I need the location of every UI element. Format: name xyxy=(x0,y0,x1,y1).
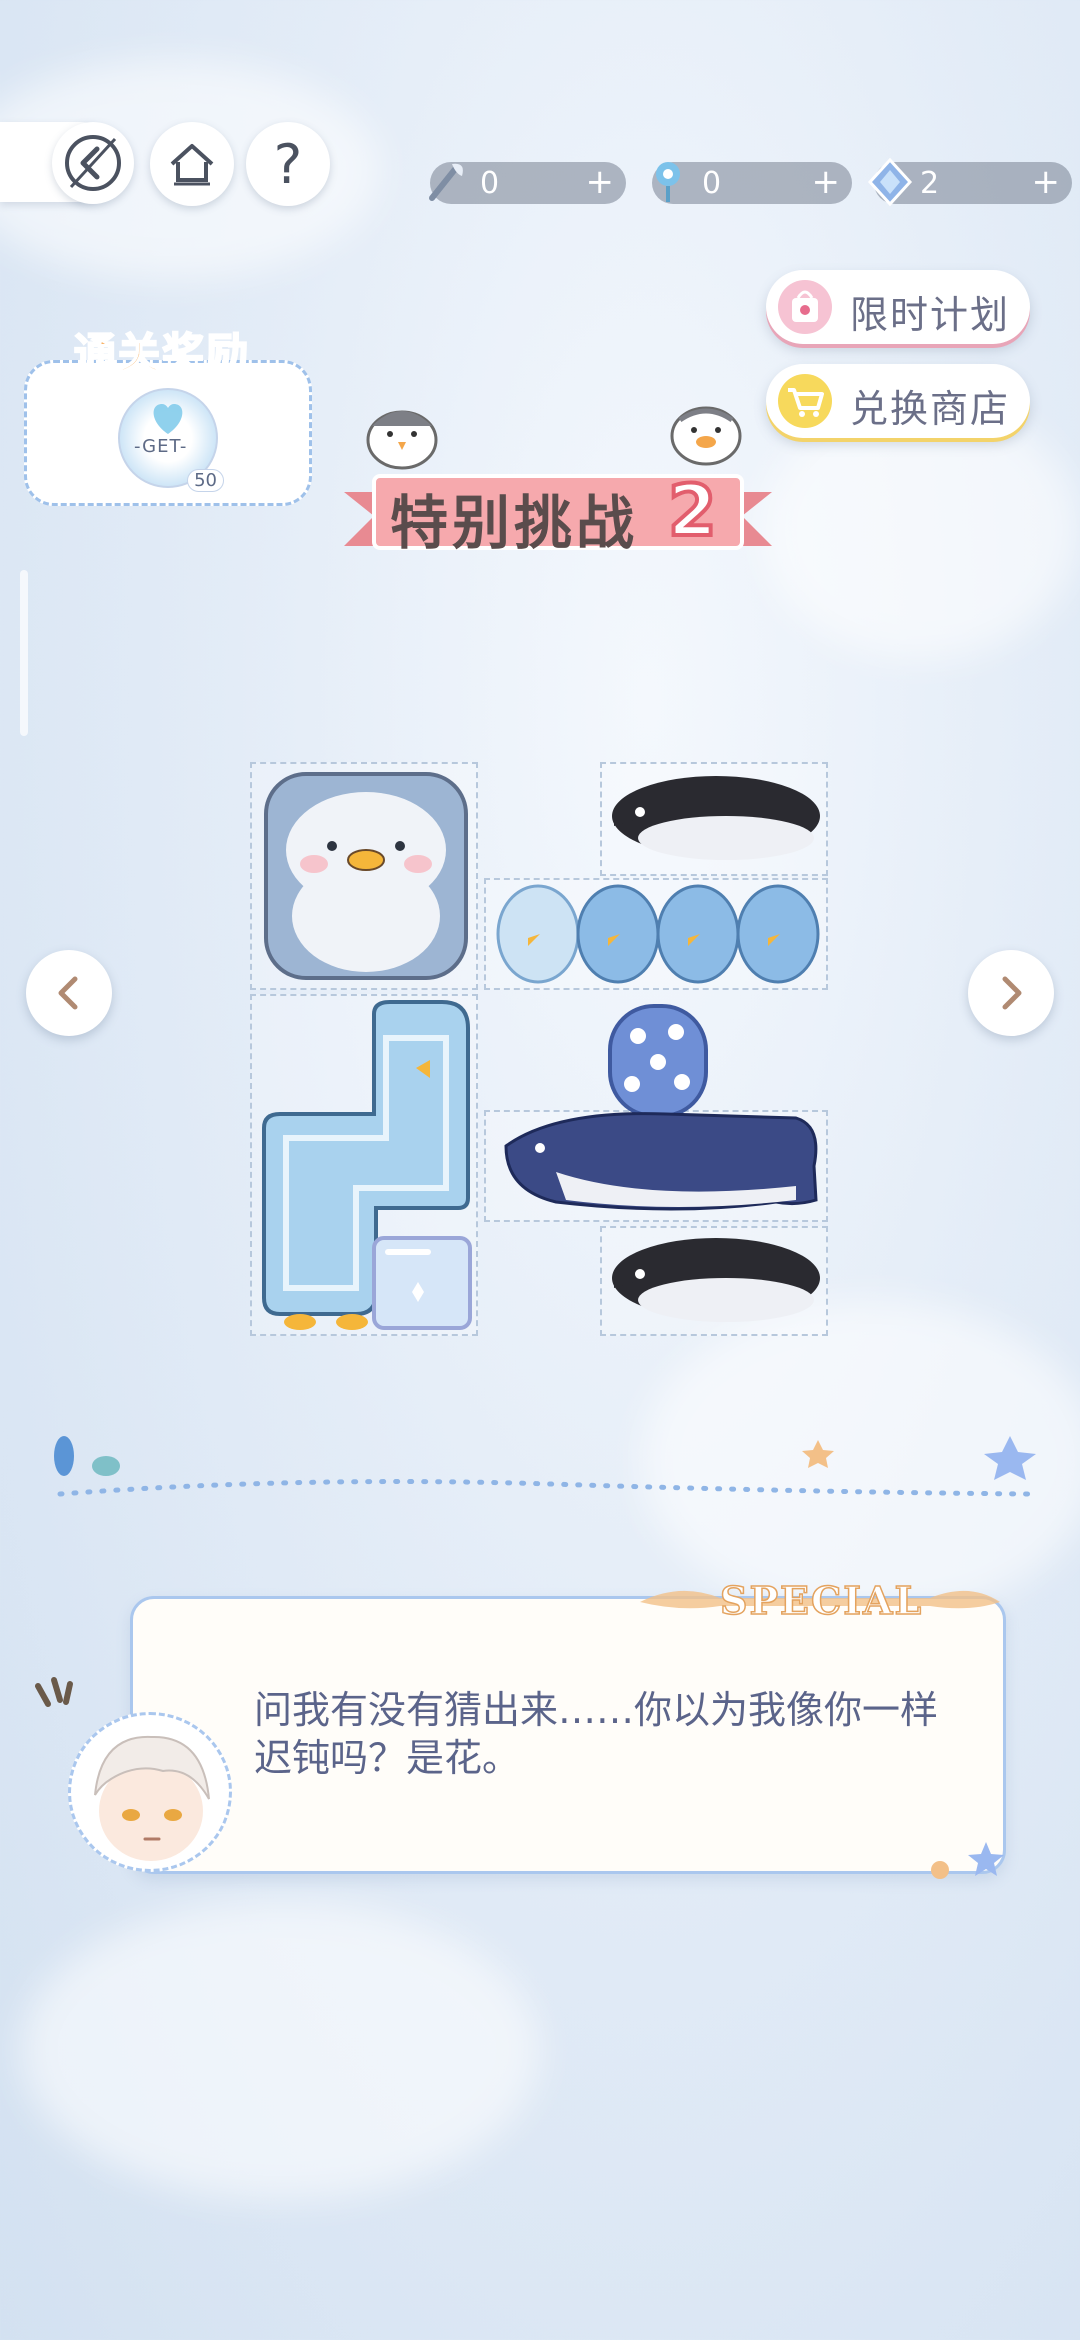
limited-plan-label: 限时计划 xyxy=(850,293,1011,337)
gift-bag-icon xyxy=(778,280,832,334)
resource-bar-flower: 0 + xyxy=(652,162,852,204)
sparrow-mascot-left xyxy=(366,410,438,470)
resource-value: 2 xyxy=(920,166,940,201)
help-label: ? xyxy=(273,132,303,196)
reward-title: 通关奖励 xyxy=(73,328,251,379)
reward-get-label: -GET- xyxy=(134,436,188,457)
dotted-divider xyxy=(54,1436,1036,1497)
reward-badge[interactable]: -GET- 50 xyxy=(118,388,224,492)
exclaim-marks-icon xyxy=(35,1677,73,1707)
back-arrow-icon xyxy=(65,135,121,191)
exchange-shop-label: 兑换商店 xyxy=(850,387,1011,431)
dialog-line: 问我有没有猜出来……你以为我像你一样迟钝吗？是花。 xyxy=(254,1688,939,1780)
home-button[interactable] xyxy=(150,122,234,206)
challenge-title: 特别挑战 xyxy=(390,489,639,557)
scrollbar[interactable] xyxy=(20,570,28,736)
resource-bar-gem: 2 + xyxy=(867,157,1072,207)
previous-level-button[interactable] xyxy=(26,950,112,1036)
exchange-shop-button[interactable]: 兑换商店 xyxy=(766,364,1030,438)
baby-penguins-block[interactable] xyxy=(492,880,824,988)
special-tag: SPECIAL xyxy=(719,1577,924,1624)
sparrow-mascot-right xyxy=(670,406,742,466)
resource-value: 0 xyxy=(702,166,722,201)
back-button[interactable] xyxy=(52,122,134,204)
resource-bar-feather: 0 + xyxy=(429,162,626,204)
plush-penguin-block[interactable] xyxy=(258,766,474,986)
help-button[interactable]: ? xyxy=(246,122,330,206)
shopping-cart-icon xyxy=(778,374,832,428)
chevron-right-icon xyxy=(1002,976,1022,1010)
speaker-avatar xyxy=(68,1712,232,1872)
black-penguin-block-2[interactable] xyxy=(604,1230,826,1334)
navy-penguin-block[interactable] xyxy=(496,1106,826,1218)
blue-flower-icon xyxy=(656,162,680,202)
black-penguin-block[interactable] xyxy=(604,768,826,872)
add-resource-button[interactable]: + xyxy=(1032,162,1061,202)
next-level-button[interactable] xyxy=(968,950,1054,1036)
add-resource-button[interactable]: + xyxy=(586,162,615,202)
diamond-gem-icon xyxy=(867,157,913,207)
home-icon xyxy=(170,144,214,186)
resource-value: 0 xyxy=(480,166,500,201)
ice-cube-block[interactable] xyxy=(368,1232,476,1334)
chevron-left-icon xyxy=(58,976,78,1010)
corner-stars-icon xyxy=(931,1842,1004,1879)
challenge-number: 2 xyxy=(666,468,719,554)
add-resource-button[interactable]: + xyxy=(812,162,841,202)
feather-brush-icon xyxy=(429,163,463,201)
limited-plan-button[interactable]: 限时计划 xyxy=(766,270,1030,344)
floral-pillow-block[interactable] xyxy=(604,1000,712,1116)
reward-count: 50 xyxy=(187,469,224,492)
